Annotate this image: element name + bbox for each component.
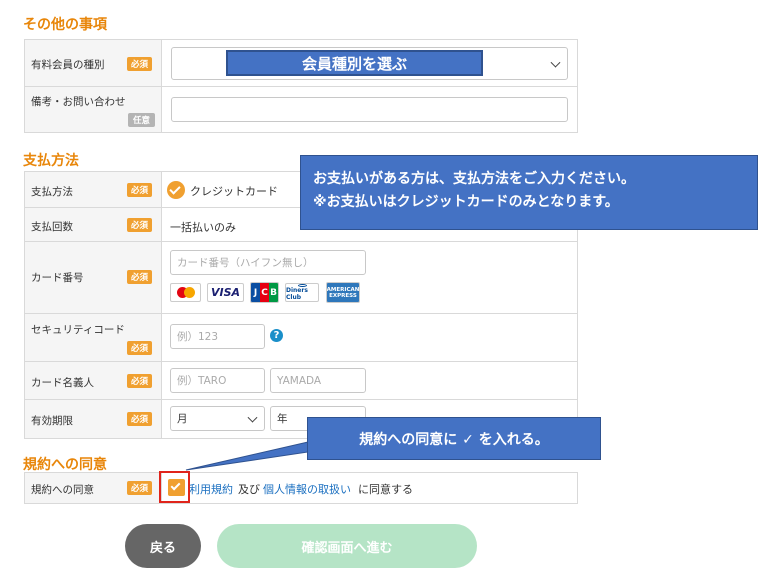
membership-label: 有料会員の種別 <box>31 59 105 71</box>
back-button[interactable]: 戻る <box>125 524 201 568</box>
expiry-month-select[interactable]: 月 <box>170 406 265 431</box>
chevron-down-icon <box>550 57 561 68</box>
visa-logo-icon: VISA <box>207 283 244 302</box>
terms-link[interactable]: 利用規約 <box>189 481 233 497</box>
expiry-label: 有効期限 <box>31 415 73 427</box>
required-badge: 必須 <box>127 341 153 355</box>
security-code-row: セキュリティコード 必須 例）123 ? <box>25 314 577 362</box>
mastercard-logo-icon <box>170 283 201 302</box>
chevron-down-icon <box>247 412 258 423</box>
agreement-label: 規約への同意 <box>31 484 94 496</box>
checkbox-highlight-box <box>159 471 190 503</box>
payment-callout-line1: お支払いがある方は、支払方法をご入力ください。 <box>313 171 635 187</box>
membership-label-cell: 有料会員の種別 必須 <box>25 40 162 86</box>
amex-logo-icon: AMERICAN EXPRESS <box>326 282 360 303</box>
other-info-table: 有料会員の種別 必須 会員種別を選ぶ 備考・お問い合わせ 任意 <box>24 39 578 133</box>
section-title-agreement: 規約への同意 <box>23 457 107 473</box>
payment-method-value: クレジットカード <box>190 185 278 198</box>
required-badge: 必須 <box>127 481 153 495</box>
card-holder-last-name-input[interactable]: YAMADA <box>270 368 366 393</box>
membership-select-overlay: 会員種別を選ぶ <box>226 50 483 76</box>
required-badge: 必須 <box>127 374 153 388</box>
remarks-row: 備考・お問い合わせ 任意 <box>25 87 577 132</box>
payment-callout-line2: ※お支払いはクレジットカードのみとなります。 <box>313 194 619 210</box>
agreement-table: 規約への同意 必須 利用規約 及び 個人情報の取扱い に同意する <box>24 472 578 504</box>
required-badge: 必須 <box>127 183 153 197</box>
membership-row: 有料会員の種別 必須 会員種別を選ぶ <box>25 40 577 87</box>
agreement-and-text: 及び <box>238 483 260 496</box>
help-question-icon[interactable]: ? <box>270 329 283 342</box>
required-badge: 必須 <box>127 412 153 426</box>
remarks-label-cell: 備考・お問い合わせ 任意 <box>25 87 162 132</box>
privacy-link[interactable]: 個人情報の取扱い <box>263 481 351 497</box>
installments-value: 一括払いのみ <box>170 221 236 234</box>
required-badge: 必須 <box>127 218 153 232</box>
installments-label: 支払回数 <box>31 221 73 233</box>
section-title-payment: 支払方法 <box>23 153 79 169</box>
payment-callout: お支払いがある方は、支払方法をご入力ください。 ※お支払いはクレジットカードのみ… <box>300 155 758 230</box>
agreement-callout: 規約への同意に ✓ を入れる。 <box>307 417 601 460</box>
required-badge: 必須 <box>127 270 153 284</box>
remarks-label: 備考・お問い合わせ <box>31 96 126 108</box>
security-code-input[interactable]: 例）123 <box>170 324 265 349</box>
card-number-row: カード番号 必須 カード番号（ハイフン無し） VISA JCB Diners C… <box>25 242 577 314</box>
confirm-button[interactable]: 確認画面へ進む <box>217 524 477 568</box>
section-title-other: その他の事項 <box>23 17 107 33</box>
diners-club-logo-icon: Diners Club <box>285 283 319 302</box>
card-holder-row: カード名義人 必須 例）TARO YAMADA <box>25 362 577 400</box>
agreement-suffix-text: に同意する <box>358 483 413 496</box>
required-badge: 必須 <box>127 57 153 71</box>
agreement-row: 規約への同意 必須 利用規約 及び 個人情報の取扱い に同意する <box>25 473 577 503</box>
card-number-input[interactable]: カード番号（ハイフン無し） <box>170 250 366 275</box>
remarks-input[interactable] <box>171 97 568 122</box>
selected-check-icon[interactable] <box>167 181 185 199</box>
payment-method-label: 支払方法 <box>31 186 73 198</box>
optional-badge: 任意 <box>128 113 156 127</box>
jcb-logo-icon: JCB <box>250 282 279 303</box>
card-holder-label: カード名義人 <box>31 377 94 389</box>
card-holder-first-name-input[interactable]: 例）TARO <box>170 368 265 393</box>
card-number-label: カード番号 <box>31 272 84 284</box>
security-code-label: セキュリティコード <box>31 324 125 336</box>
